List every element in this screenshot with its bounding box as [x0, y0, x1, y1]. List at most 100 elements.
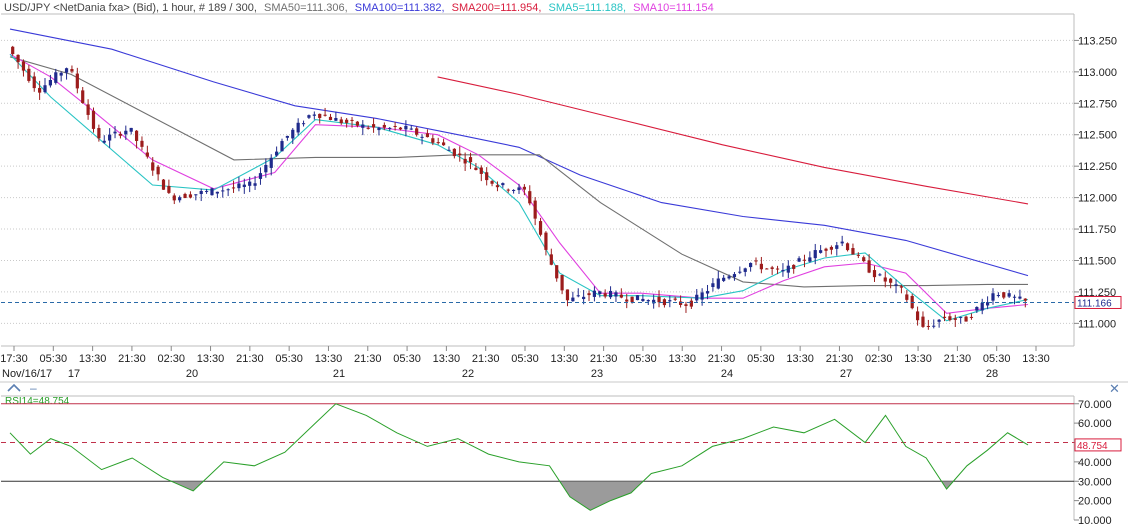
candle-body	[81, 90, 85, 104]
candle-body	[463, 158, 467, 164]
candle-body	[231, 187, 236, 189]
candle-body	[775, 268, 780, 270]
candle-body	[221, 190, 225, 192]
time-tick-label: 21:30	[236, 353, 264, 365]
candle-body	[258, 173, 263, 179]
candle-body	[452, 148, 456, 157]
time-tick-label: 13:30	[1022, 353, 1050, 365]
rsi-label: RSI14=48.754	[5, 396, 70, 407]
candle-body	[204, 190, 209, 192]
date-tick-label: 20	[186, 368, 198, 380]
candle-body	[991, 293, 995, 301]
date-tick-label: Nov/16/17	[2, 368, 52, 380]
candle-body	[339, 119, 343, 124]
candle-body	[899, 286, 904, 288]
candle-body	[835, 245, 839, 249]
header-symbol: USD/JPY <NetDania fxa> (Bid), 1 hour, # …	[4, 2, 257, 14]
candle-body	[382, 124, 386, 128]
time-tick-label: 05:30	[983, 353, 1011, 365]
candle-body	[16, 54, 20, 63]
candle-body	[118, 133, 123, 136]
candle-body	[705, 291, 710, 294]
candle-body	[657, 296, 661, 303]
candle-body	[512, 189, 516, 191]
close-icon[interactable]: ✕	[1109, 381, 1120, 396]
minimize-icon[interactable]: –	[30, 381, 37, 395]
candle-body	[630, 296, 634, 303]
candle-body	[350, 119, 354, 121]
chart-canvas: USD/JPY <NetDania fxa> (Bid), 1 hour, # …	[0, 0, 1128, 525]
candle-body	[11, 46, 15, 55]
candle-body	[576, 295, 580, 297]
candle-body	[549, 254, 553, 265]
candle-body	[722, 277, 726, 281]
candle-body	[808, 257, 812, 262]
time-tick-label: 21:30	[944, 353, 972, 365]
time-tick-label: 02:30	[865, 353, 893, 365]
candle-body	[269, 157, 273, 168]
candle-body	[151, 162, 155, 171]
candle-body	[86, 104, 90, 115]
candle-body	[393, 125, 397, 127]
candle-body	[889, 278, 893, 283]
candle-body	[307, 115, 311, 118]
rsi-tick-label: 30.000	[1078, 476, 1112, 488]
price-tick-label: 112.000	[1078, 193, 1117, 205]
candle-body	[522, 186, 526, 190]
candle-body	[942, 316, 947, 318]
candle-body	[194, 194, 198, 196]
rsi-tick-label: 10.000	[1078, 515, 1112, 525]
candle-body	[786, 265, 790, 273]
candle-body	[215, 191, 219, 194]
candle-body	[533, 200, 537, 219]
candle-body	[447, 149, 451, 151]
candle-body	[603, 293, 607, 297]
candle-body	[108, 134, 112, 141]
candle-body	[501, 183, 505, 186]
candle-body	[436, 142, 440, 144]
candle-body	[226, 189, 230, 191]
header-sma5: SMA5=111.188,	[549, 2, 627, 14]
candle-body	[183, 193, 187, 199]
date-tick-label: 22	[462, 368, 474, 380]
time-tick-label: 17:30	[0, 353, 28, 365]
candle-body	[867, 260, 871, 273]
candle-body	[996, 295, 1000, 297]
candle-body	[54, 72, 58, 83]
candle-body	[1002, 292, 1006, 298]
candle-body	[926, 325, 930, 327]
candle-body	[145, 152, 149, 157]
candle-body	[975, 306, 979, 311]
candle-body	[662, 299, 667, 306]
candle-body	[792, 264, 796, 269]
candle-body	[366, 127, 370, 129]
last-price-label: 111.166	[1077, 298, 1112, 309]
candle-body	[38, 87, 42, 93]
candle-body	[678, 301, 683, 305]
candle-body	[980, 302, 984, 311]
candle-body	[614, 292, 618, 297]
rsi-tick-label: 40.000	[1078, 457, 1112, 469]
candle-body	[738, 271, 742, 273]
candle-body	[64, 68, 69, 73]
candle-body	[291, 129, 295, 139]
candle-body	[506, 189, 510, 191]
candle-body	[409, 128, 413, 130]
candle-body	[285, 135, 289, 138]
candle-body	[921, 316, 925, 327]
date-tick-label: 23	[591, 368, 603, 380]
candle-body	[43, 85, 47, 93]
candle-body	[1023, 298, 1027, 301]
candle-body	[840, 241, 844, 244]
price-tick-label: 111.000	[1078, 318, 1116, 330]
candle-body	[48, 79, 52, 86]
candle-body	[242, 184, 246, 188]
candle-body	[544, 232, 548, 250]
candle-body	[819, 250, 823, 253]
candle-body	[468, 157, 473, 163]
time-tick-label: 13:30	[904, 353, 932, 365]
time-tick-label: 21:30	[118, 353, 146, 365]
candle-body	[802, 259, 807, 261]
candle-body	[754, 260, 758, 262]
candle-body	[829, 246, 834, 250]
